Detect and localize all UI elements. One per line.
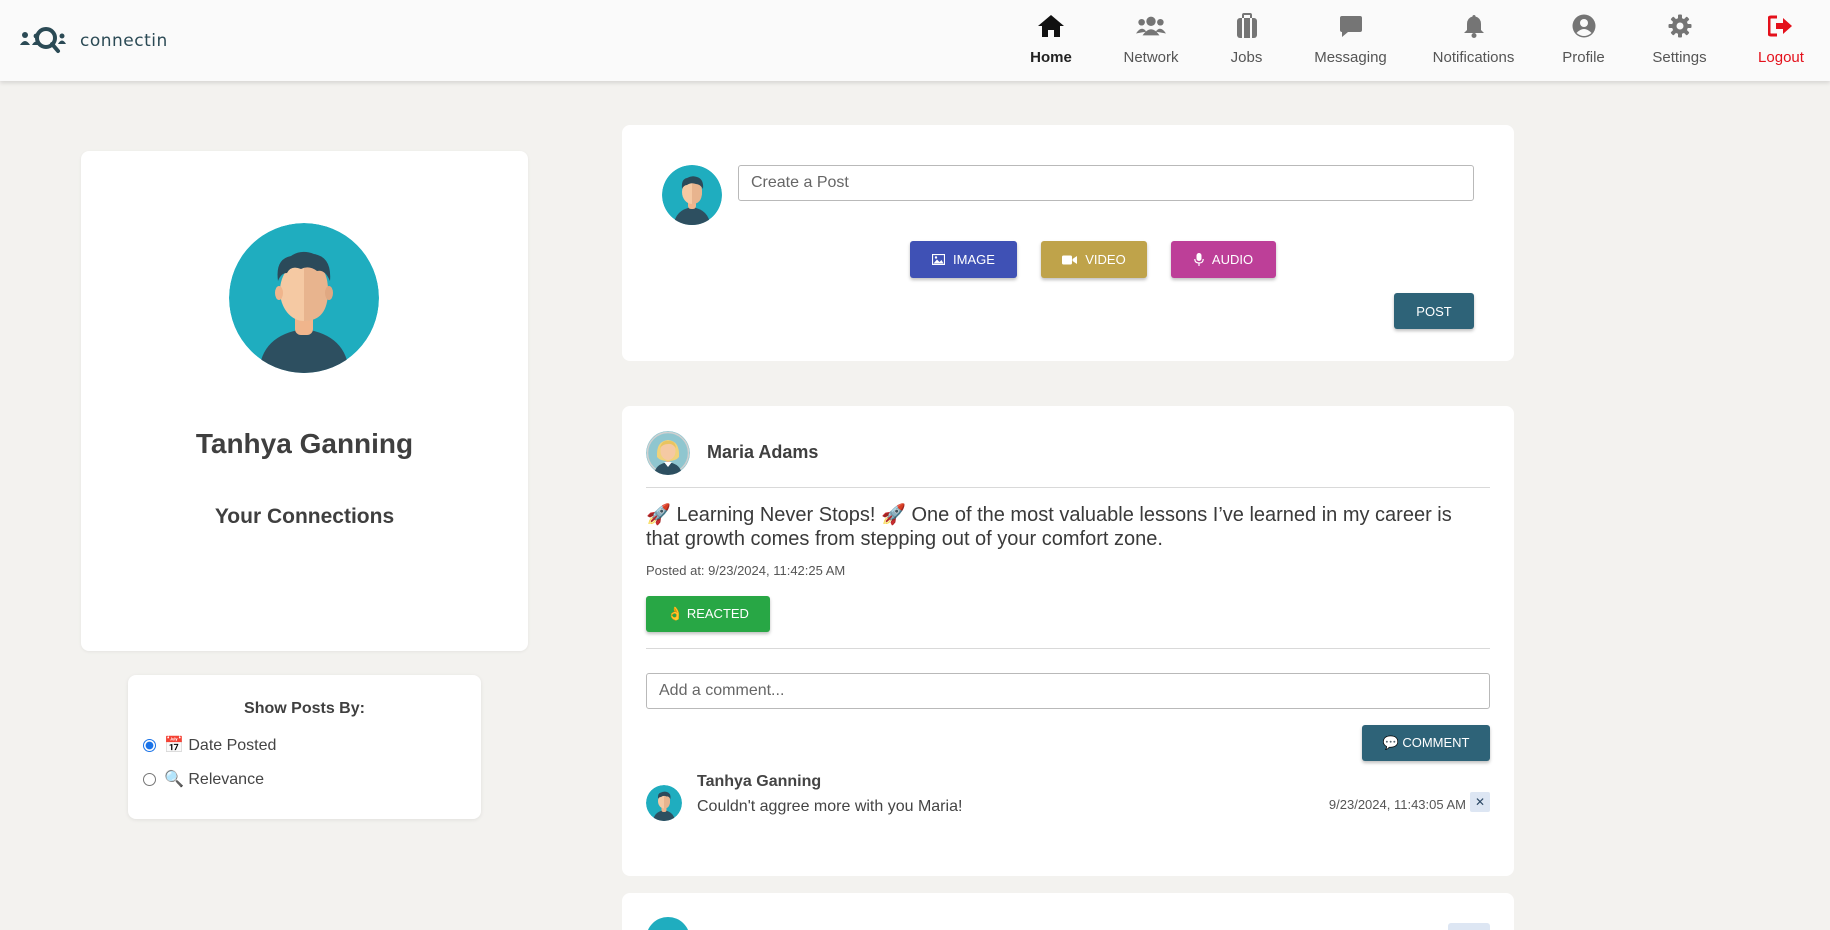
post-button[interactable]: POST — [1394, 293, 1474, 329]
post-actions-divider — [646, 648, 1490, 649]
feed-post-card-next — [622, 893, 1514, 930]
bell-icon — [1459, 13, 1489, 39]
comment-author-name[interactable]: Tanhya Ganning — [697, 773, 821, 791]
nav-label-home: Home — [1030, 49, 1072, 66]
sort-relevance-label: 🔍 Relevance — [164, 771, 264, 788]
comment-button[interactable]: 💬 COMMENT — [1362, 725, 1490, 761]
profile-avatar[interactable] — [229, 223, 379, 373]
sort-posts-card: Show Posts By: 📅 Date Posted 🔍 Relevance — [128, 675, 481, 819]
nav-item-messaging[interactable]: Messaging — [1294, 0, 1407, 81]
composer-avatar — [662, 165, 722, 225]
logo-text: connectin — [80, 31, 168, 51]
gear-icon — [1665, 13, 1695, 39]
nav-item-notifications[interactable]: Notifications — [1407, 0, 1540, 81]
post-author-avatar[interactable] — [646, 431, 690, 475]
home-icon — [1036, 13, 1066, 39]
nav-menu: Home Network Jobs Messaging Notification… — [999, 0, 1830, 81]
next-post-author-avatar[interactable] — [646, 917, 690, 930]
post-header-divider — [646, 487, 1490, 488]
logo-icon — [20, 27, 66, 53]
nav-label-network: Network — [1123, 49, 1179, 66]
image-button[interactable]: IMAGE — [910, 241, 1017, 278]
video-button-label: VIDEO — [1085, 252, 1126, 267]
nav-item-jobs[interactable]: Jobs — [1199, 0, 1294, 81]
create-post-card: IMAGE VIDEO AUDIO POST — [622, 125, 1514, 361]
sort-relevance-radio[interactable] — [143, 772, 156, 786]
react-button[interactable]: 👌 REACTED — [646, 596, 770, 632]
nav-label-notifications: Notifications — [1432, 49, 1515, 66]
nav-item-network[interactable]: Network — [1103, 0, 1199, 81]
comment-text: Couldn't aggree more with you Maria! — [697, 798, 963, 815]
chat-icon — [1336, 13, 1366, 39]
sort-posts-title: Show Posts By: — [244, 700, 365, 717]
nav-label-messaging: Messaging — [1314, 49, 1387, 66]
nav-label-jobs: Jobs — [1230, 49, 1263, 66]
nav-item-home[interactable]: Home — [999, 0, 1103, 81]
nav-label-profile: Profile — [1562, 49, 1605, 66]
logo[interactable]: connectin — [20, 25, 168, 57]
image-icon — [932, 254, 946, 265]
connections-heading: Your Connections — [214, 505, 395, 528]
audio-button-label: AUDIO — [1211, 252, 1254, 267]
feed-post-card: Maria Adams 🚀 Learning Never Stops! 🚀 On… — [622, 406, 1514, 876]
sort-option-date[interactable]: 📅 Date Posted — [143, 735, 276, 755]
next-post-delete-button[interactable] — [1448, 923, 1490, 930]
comment-input[interactable] — [646, 673, 1490, 709]
microphone-icon — [1194, 253, 1204, 266]
post-timestamp: Posted at: 9/23/2024, 11:42:25 AM — [646, 563, 846, 578]
comment-timestamp: 9/23/2024, 11:43:05 AM — [1328, 797, 1466, 812]
comment-author-avatar[interactable] — [646, 785, 682, 821]
top-navbar: connectin Home Network Jobs Messaging No… — [0, 0, 1830, 81]
nav-label-settings: Settings — [1652, 49, 1707, 66]
logout-icon — [1766, 13, 1796, 39]
nav-item-logout[interactable]: Logout — [1732, 0, 1830, 81]
profile-card: Tanhya Ganning Your Connections — [81, 151, 528, 651]
video-icon — [1062, 255, 1078, 264]
user-circle-icon — [1569, 13, 1599, 39]
create-post-input[interactable] — [738, 165, 1474, 201]
nav-item-profile[interactable]: Profile — [1540, 0, 1627, 81]
audio-button[interactable]: AUDIO — [1171, 241, 1276, 278]
nav-label-logout: Logout — [1758, 49, 1804, 66]
image-button-label: IMAGE — [953, 252, 995, 267]
users-icon — [1136, 13, 1166, 39]
delete-comment-button[interactable]: ✕ — [1470, 792, 1490, 812]
post-author-name[interactable]: Maria Adams — [707, 442, 818, 463]
profile-name[interactable]: Tanhya Ganning — [81, 428, 528, 460]
sort-date-label: 📅 Date Posted — [164, 737, 277, 754]
sort-date-radio[interactable] — [143, 738, 156, 752]
video-button[interactable]: VIDEO — [1041, 241, 1147, 278]
sort-option-relevance[interactable]: 🔍 Relevance — [143, 769, 264, 789]
post-body-text: 🚀 Learning Never Stops! 🚀 One of the mos… — [646, 504, 1452, 550]
briefcase-icon — [1232, 13, 1262, 39]
nav-item-settings[interactable]: Settings — [1627, 0, 1732, 81]
